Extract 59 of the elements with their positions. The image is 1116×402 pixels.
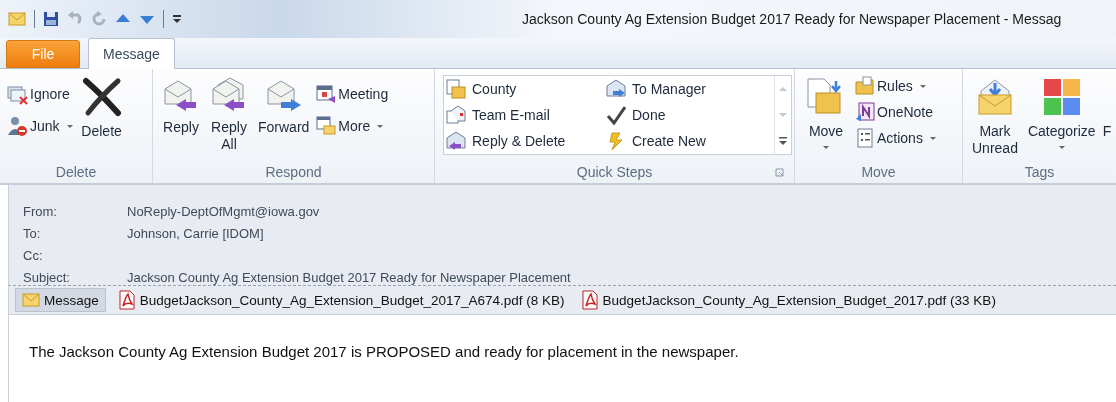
quick-step[interactable]: Done — [606, 102, 766, 128]
window-title: Jackson County Ag Extension Budget 2017 Ready for Newspaper Placement - Messag — [522, 11, 1062, 27]
group-label: Delete — [55, 164, 97, 180]
reply-delete-icon — [446, 131, 466, 151]
group-label: Respond — [265, 164, 322, 180]
field-label: To: — [23, 225, 42, 241]
group-label: Tags — [1024, 164, 1055, 180]
field-value: Jackson County Ag Extension Budget 2017 Ready for Newspaper Placement — [127, 269, 571, 285]
field-label: Subject: — [23, 269, 71, 285]
quick-step[interactable]: Create New — [606, 128, 766, 154]
quick-step[interactable]: To Manager — [606, 76, 766, 102]
category-squares-icon — [1041, 77, 1082, 117]
attachment[interactable]: BudgetJackson_County_Ag_Extension_Budget_2017.pdf (33 KB) — [576, 288, 1000, 312]
message-tab[interactable]: Message — [15, 288, 106, 312]
ribbon-button[interactable]: Ignore — [6, 83, 73, 105]
ribbon-button[interactable]: Forward — [255, 75, 313, 138]
ribbon-button[interactable]: Categorize — [1024, 75, 1099, 151]
quick-step[interactable]: Team E-mail — [446, 102, 606, 128]
team-email-icon — [446, 105, 466, 125]
ribbon-button[interactable]: OneNote — [855, 101, 936, 123]
ribbon-button[interactable]: Move — [801, 75, 851, 151]
message-body: The Jackson County Ag Extension Budget 2017 is PROPOSED and ready for placement in the newspaper. — [29, 343, 740, 360]
checkmark-icon — [606, 105, 626, 125]
ribbon-button[interactable]: Delete — [76, 75, 127, 142]
ribbon-button-label[interactable]: F — [1102, 123, 1112, 139]
save-icon[interactable] — [43, 11, 59, 27]
ribbon-button[interactable]: Reply — [159, 75, 203, 138]
pdf-file-icon — [580, 290, 599, 310]
group-label: Move — [861, 164, 896, 180]
pdf-file-icon — [117, 290, 136, 310]
envelope-icon — [22, 293, 40, 307]
quick-step[interactable]: County — [446, 76, 606, 102]
ribbon-button[interactable]: Actions — [855, 127, 936, 149]
forward-icon — [606, 79, 626, 99]
ignore-icon — [6, 83, 28, 105]
ribbon-button[interactable]: Reply All — [207, 75, 251, 155]
attachment[interactable]: BudgetJackson_County_Ag_Extension_Budget_2017_A674.pdf (8 KB) — [113, 288, 569, 312]
field-value: NoReply-DeptOfMgmt@iowa.gov — [127, 203, 320, 219]
calendar-icon — [316, 116, 337, 136]
ribbon-button[interactable]: More — [316, 115, 389, 137]
ribbon-tab[interactable]: Message — [88, 38, 175, 69]
redo-icon[interactable] — [91, 11, 107, 27]
folder-icon — [855, 76, 875, 96]
onenote-icon — [855, 102, 875, 122]
document-icon — [855, 128, 875, 148]
ribbon-button[interactable]: Junk — [6, 115, 73, 137]
ribbon-button[interactable]: Rules — [855, 75, 936, 97]
dialog-launcher-icon[interactable] — [775, 168, 784, 177]
group-label: Quick Steps — [576, 164, 653, 180]
quick-step[interactable]: Reply & Delete — [446, 128, 606, 154]
person-icon — [6, 115, 28, 137]
envelope-icon[interactable] — [8, 12, 26, 26]
folder-icon — [446, 79, 466, 99]
ribbon-button[interactable]: Meeting — [316, 83, 389, 105]
calendar-icon — [316, 84, 337, 104]
field-value: Johnson, Carrie [IDOM] — [127, 225, 264, 241]
field-label: Cc: — [23, 247, 44, 263]
ribbon-button[interactable]: Mark Unread — [969, 75, 1021, 159]
field-label: From: — [23, 203, 58, 219]
